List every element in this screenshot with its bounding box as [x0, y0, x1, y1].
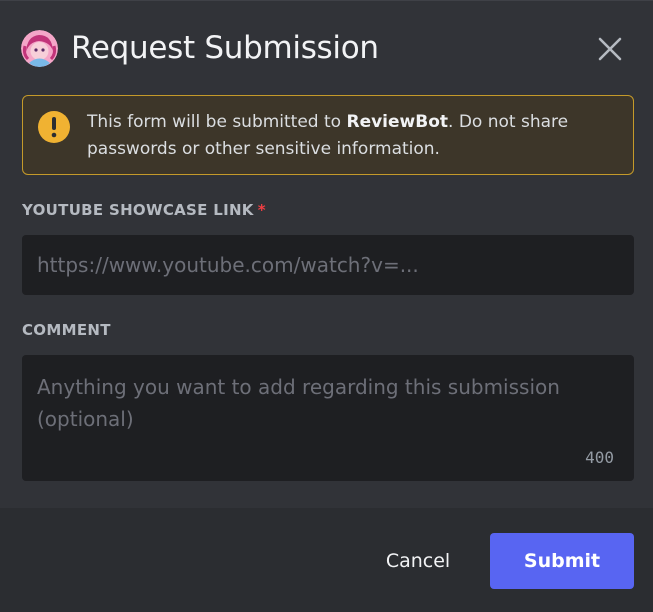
comment-textarea[interactable] [22, 355, 634, 481]
bot-avatar [21, 30, 58, 67]
char-counter: 400 [585, 448, 614, 467]
close-icon [598, 37, 622, 61]
warning-notice: This form will be submitted to ReviewBot… [22, 95, 634, 175]
cancel-button[interactable]: Cancel [367, 533, 469, 589]
comment-label: COMMENT [22, 321, 111, 339]
modal-footer: Cancel Submit [0, 508, 653, 612]
avatar-image [21, 30, 58, 67]
youtube-link-input[interactable] [22, 235, 634, 295]
request-submission-modal: Request Submission This form will be sub… [0, 0, 653, 612]
close-button[interactable] [592, 31, 628, 67]
required-marker: * [257, 201, 266, 219]
notice-text: This form will be submitted to ReviewBot… [87, 109, 617, 163]
submit-button[interactable]: Submit [490, 533, 634, 589]
notice-text-before: This form will be submitted to [87, 112, 347, 132]
modal-header: Request Submission [0, 1, 653, 95]
bot-name: ReviewBot [346, 112, 449, 132]
warning-icon [37, 110, 71, 144]
youtube-link-label: YOUTUBE SHOWCASE LINK * [22, 201, 266, 219]
modal-title: Request Submission [71, 30, 379, 66]
youtube-link-label-text: YOUTUBE SHOWCASE LINK [22, 201, 254, 219]
